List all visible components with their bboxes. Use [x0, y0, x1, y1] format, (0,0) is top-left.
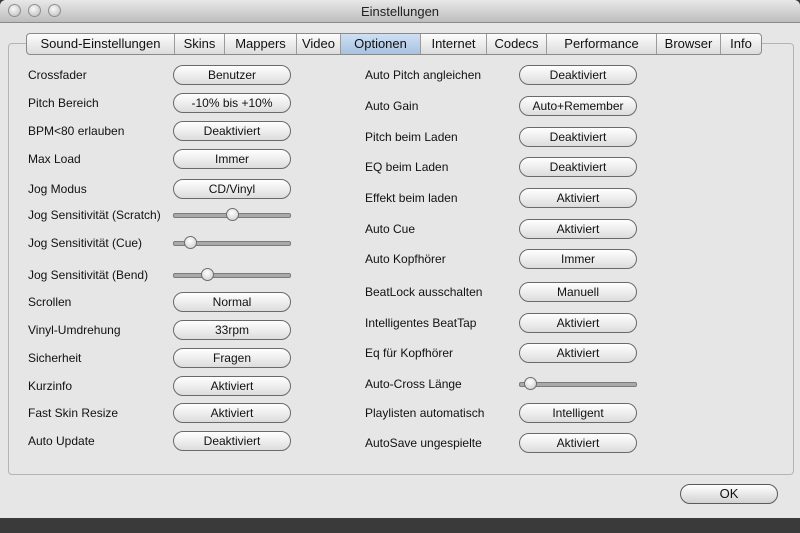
kurzinfo-popup-button[interactable]: Aktiviert: [173, 376, 291, 396]
jog-sensitivitat-bend-slider[interactable]: [173, 268, 291, 281]
auto-cue-label: Auto Cue: [365, 222, 416, 236]
jog-modus-label: Jog Modus: [28, 182, 87, 196]
slider-knob[interactable]: [201, 268, 214, 281]
eq-beim-laden-popup-button[interactable]: Deaktiviert: [519, 157, 637, 177]
fast-skin-resize-popup-button[interactable]: Aktiviert: [173, 403, 291, 423]
fast-skin-resize-label: Fast Skin Resize: [28, 406, 119, 420]
eq-fur-kopfhorer-popup-button[interactable]: Aktiviert: [519, 343, 637, 363]
autosave-ungespielte-popup-button[interactable]: Aktiviert: [519, 433, 637, 453]
eq-fur-kopfhorer-label: Eq für Kopfhörer: [365, 346, 454, 360]
crossfader-popup-button[interactable]: Benutzer: [173, 65, 291, 85]
slider-knob[interactable]: [226, 208, 239, 221]
tab-sound-einstellungen[interactable]: Sound-Einstellungen: [27, 34, 175, 54]
intelligentes-beattap-popup-button[interactable]: Aktiviert: [519, 313, 637, 333]
auto-pitch-angleichen-popup-button[interactable]: Deaktiviert: [519, 65, 637, 85]
auto-cue-popup-button[interactable]: Aktiviert: [519, 219, 637, 239]
slider-knob[interactable]: [184, 236, 197, 249]
playlisten-automatisch-popup-button[interactable]: Intelligent: [519, 403, 637, 423]
eq-beim-laden-label: EQ beim Laden: [365, 160, 449, 174]
auto-cross-lange-slider[interactable]: [519, 377, 637, 390]
pitch-bereich-label: Pitch Bereich: [28, 96, 99, 110]
jog-sensitivitat-bend-label: Jog Sensitivität (Bend): [28, 268, 149, 282]
slider-track[interactable]: [173, 273, 291, 278]
jog-sensitivitat-scratch-label: Jog Sensitivität (Scratch): [28, 208, 161, 222]
tab-skins[interactable]: Skins: [175, 34, 225, 54]
preferences-window: Einstellungen Sound-Einstellungen Skins Ma…: [0, 0, 800, 518]
auto-kopfhorer-popup-button[interactable]: Immer: [519, 249, 637, 269]
tab-video[interactable]: Video: [297, 34, 341, 54]
scrollen-label: Scrollen: [28, 295, 72, 309]
crossfader-label: Crossfader: [28, 68, 87, 82]
pitch-beim-laden-popup-button[interactable]: Deaktiviert: [519, 127, 637, 147]
tab-info[interactable]: Info: [721, 34, 761, 54]
auto-gain-label: Auto Gain: [365, 99, 419, 113]
auto-update-popup-button[interactable]: Deaktiviert: [173, 431, 291, 451]
bpm-80-erlauben-label: BPM<80 erlauben: [28, 124, 125, 138]
effekt-beim-laden-label: Effekt beim laden: [365, 191, 458, 205]
auto-gain-popup-button[interactable]: Auto+Remember: [519, 96, 637, 116]
pitch-beim-laden-label: Pitch beim Laden: [365, 130, 458, 144]
vinyl-umdrehung-popup-button[interactable]: 33rpm: [173, 320, 291, 340]
tab-bar: Sound-Einstellungen Skins Mappers Video Opti…: [26, 33, 762, 55]
sicherheit-label: Sicherheit: [28, 351, 82, 365]
tab-mappers[interactable]: Mappers: [225, 34, 297, 54]
tab-codecs[interactable]: Codecs: [487, 34, 547, 54]
jog-modus-popup-button[interactable]: CD/Vinyl: [173, 179, 291, 199]
slider-knob[interactable]: [524, 377, 537, 390]
tab-optionen[interactable]: Optionen: [341, 34, 421, 54]
kurzinfo-label: Kurzinfo: [28, 379, 73, 393]
bpm-80-erlauben-popup-button[interactable]: Deaktiviert: [173, 121, 291, 141]
beatlock-ausschalten-label: BeatLock ausschalten: [365, 285, 483, 299]
jog-sensitivitat-cue-slider[interactable]: [173, 236, 291, 249]
max-load-popup-button[interactable]: Immer: [173, 149, 291, 169]
title-bar: Einstellungen: [0, 0, 800, 23]
jog-sensitivitat-cue-label: Jog Sensitivität (Cue): [28, 236, 143, 250]
auto-cross-lange-label: Auto-Cross Länge: [365, 377, 462, 391]
intelligentes-beattap-label: Intelligentes BeatTap: [365, 316, 477, 330]
auto-pitch-angleichen-label: Auto Pitch angleichen: [365, 68, 482, 82]
effekt-beim-laden-popup-button[interactable]: Aktiviert: [519, 188, 637, 208]
autosave-ungespielte-label: AutoSave ungespielte: [365, 436, 482, 450]
ok-button[interactable]: OK: [680, 484, 778, 504]
playlisten-automatisch-label: Playlisten automatisch: [365, 406, 485, 420]
tab-internet[interactable]: Internet: [421, 34, 487, 54]
max-load-label: Max Load: [28, 152, 81, 166]
auto-update-label: Auto Update: [28, 434, 95, 448]
scrollen-popup-button[interactable]: Normal: [173, 292, 291, 312]
auto-kopfhorer-label: Auto Kopfhörer: [365, 252, 446, 266]
window-title: Einstellungen: [360, 4, 440, 19]
sicherheit-popup-button[interactable]: Fragen: [173, 348, 291, 368]
vinyl-umdrehung-label: Vinyl-Umdrehung: [28, 323, 121, 337]
tab-performance[interactable]: Performance: [547, 34, 657, 54]
tab-browser[interactable]: Browser: [657, 34, 721, 54]
jog-sensitivitat-scratch-slider[interactable]: [173, 208, 291, 221]
beatlock-ausschalten-popup-button[interactable]: Manuell: [519, 282, 637, 302]
pitch-bereich-popup-button[interactable]: -10% bis +10%: [173, 93, 291, 113]
